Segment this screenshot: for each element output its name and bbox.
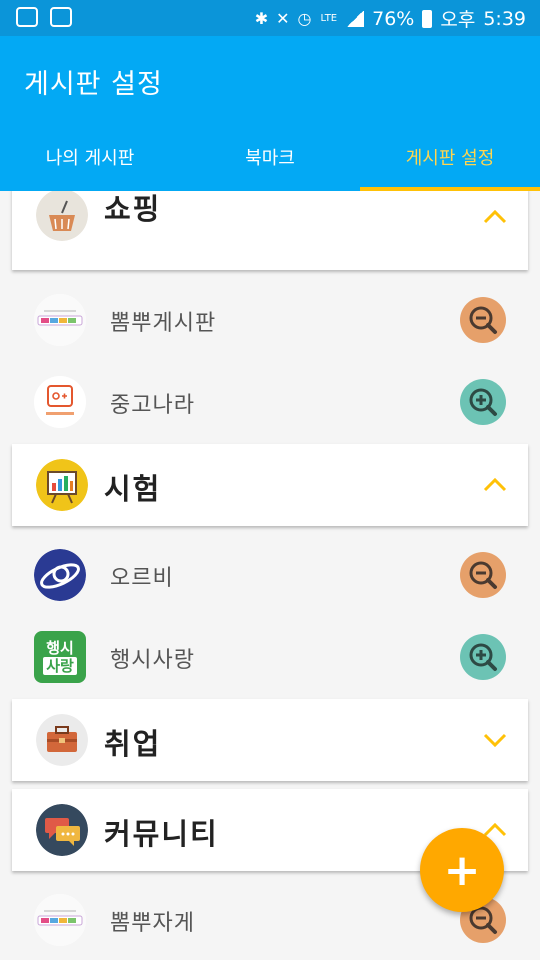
tab-bookmarks[interactable]: 북마크 <box>180 124 360 191</box>
time-ampm: 오후 <box>440 9 476 31</box>
add-board-button[interactable] <box>460 379 506 425</box>
add-board-fab[interactable]: + <box>420 828 504 912</box>
briefcase-icon <box>36 714 88 766</box>
mute-icon: ✕ <box>276 9 290 28</box>
lte-indicator: LTE <box>320 12 338 24</box>
tab-my-boards[interactable]: 나의 게시판 <box>0 124 180 191</box>
board-label: 오르비 <box>110 566 174 591</box>
logo-text-bottom: 사랑 <box>43 657 77 675</box>
chevron-up-icon[interactable] <box>478 200 512 234</box>
plus-icon: + <box>443 844 481 896</box>
board-label: 뽐뿌게시판 <box>110 311 217 336</box>
zoom-out-icon <box>469 306 497 334</box>
category-exam[interactable]: 시험 <box>12 444 528 526</box>
bluetooth-icon: ✱ <box>254 9 269 28</box>
category-shopping[interactable]: 쇼핑 <box>12 191 528 270</box>
page-title: 게시판 설정 <box>24 69 163 100</box>
category-label: 취업 <box>104 727 162 761</box>
category-label: 커뮤니티 <box>104 817 219 851</box>
signal-icon <box>346 10 365 27</box>
tab-bar: 나의 게시판 북마크 게시판 설정 <box>0 124 540 191</box>
chevron-up-icon[interactable] <box>478 468 512 502</box>
category-label: 시험 <box>104 472 162 506</box>
category-employment[interactable]: 취업 <box>12 699 528 781</box>
board-item-joongonara[interactable]: 중고나라 <box>0 361 540 443</box>
shopping-basket-icon <box>36 191 88 241</box>
gallery-notification-icon <box>50 7 72 27</box>
presentation-board-icon <box>36 459 88 511</box>
zoom-in-icon <box>469 388 497 416</box>
zoom-out-icon <box>469 561 497 589</box>
battery-percent: 76% <box>372 7 415 30</box>
haengsisarang-logo: 행시 사랑 <box>34 631 86 683</box>
chevron-down-icon[interactable] <box>478 723 512 757</box>
board-item-orbi[interactable]: 오르비 <box>0 534 540 616</box>
add-board-button[interactable] <box>460 634 506 680</box>
ppomppu-logo <box>34 894 86 946</box>
battery-icon <box>422 9 433 28</box>
remove-board-button[interactable] <box>460 552 506 598</box>
board-label: 행시사랑 <box>110 648 195 673</box>
joongonara-logo <box>34 376 86 428</box>
remove-board-button[interactable] <box>460 297 506 343</box>
board-label: 뽐뿌자게 <box>110 911 195 936</box>
board-item-ppomppu[interactable]: 뽐뿌게시판 <box>0 279 540 361</box>
orbi-logo <box>34 549 86 601</box>
status-bar: ✱ ✕ ◷ LTE 76% 오후 5:39 <box>0 0 540 36</box>
app-notification-icon <box>16 7 38 27</box>
tab-board-settings[interactable]: 게시판 설정 <box>360 124 540 191</box>
category-label: 쇼핑 <box>104 192 162 226</box>
board-item-haengsisarang[interactable]: 행시 사랑 행시사랑 <box>0 616 540 698</box>
logo-text-top: 행시 <box>46 639 74 657</box>
chat-bubbles-icon <box>36 804 88 856</box>
time: 5:39 <box>483 7 526 30</box>
alarm-icon: ◷ <box>297 9 312 28</box>
board-label: 중고나라 <box>110 393 195 418</box>
app-bar: 게시판 설정 나의 게시판 북마크 게시판 설정 <box>0 36 540 191</box>
ppomppu-logo <box>34 294 86 346</box>
zoom-in-icon <box>469 643 497 671</box>
